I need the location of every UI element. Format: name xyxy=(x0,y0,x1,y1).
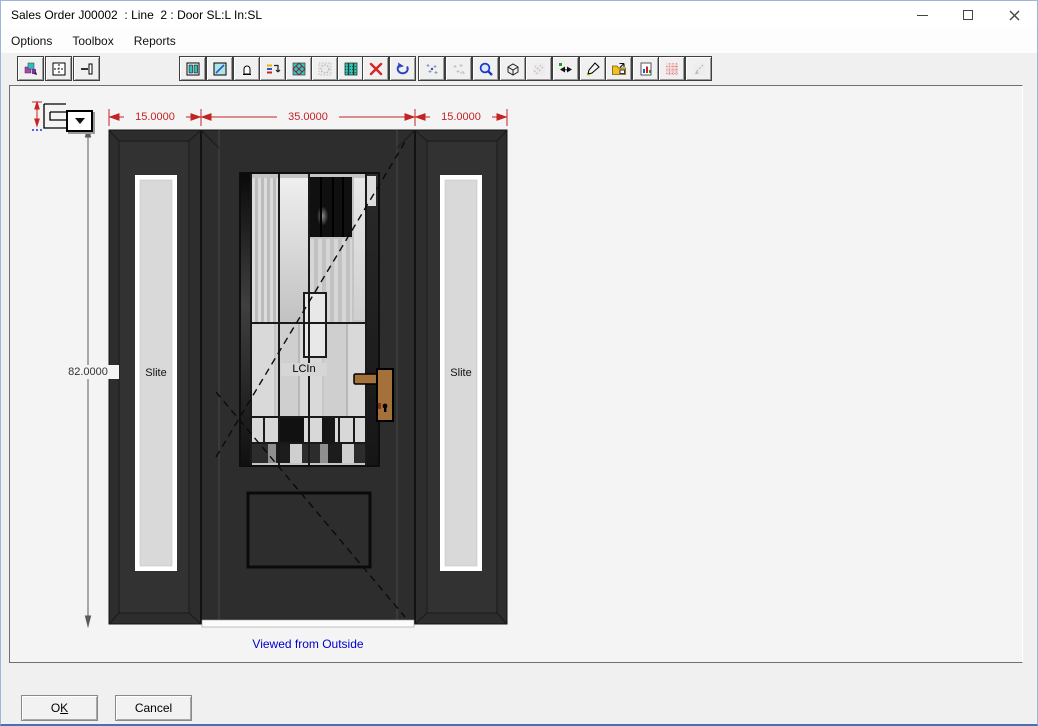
toolbar-button-snap-off[interactable] xyxy=(445,56,472,81)
toolbar xyxy=(1,53,1037,84)
menu-options[interactable]: Options xyxy=(1,31,62,51)
toolbar-button-snap-points[interactable] xyxy=(418,56,445,81)
app-window: Sales Order J00002 : Line 2 : Door SL:L … xyxy=(0,0,1038,726)
delete-icon xyxy=(368,61,384,77)
snap-points-icon xyxy=(424,61,440,77)
door-arch-icon xyxy=(239,61,255,77)
dimension-door-width: 35.0000 xyxy=(277,110,339,124)
close-button[interactable] xyxy=(991,1,1037,29)
toolbar-button-draw-pen[interactable] xyxy=(579,56,606,81)
toolbar-button-measure-off[interactable] xyxy=(685,56,712,81)
dimension-height: 82.0000 xyxy=(57,365,119,379)
minimize-button[interactable] xyxy=(899,1,945,29)
options-list-icon xyxy=(265,61,281,77)
maximize-button[interactable] xyxy=(945,1,991,29)
toolbar-button-section-view[interactable] xyxy=(73,56,100,81)
dimension-style-selector[interactable] xyxy=(66,110,93,132)
menu-toolbox[interactable]: Toolbox xyxy=(62,31,123,51)
toolbar-button-split-diagonal[interactable] xyxy=(206,56,233,81)
snap-off-icon xyxy=(451,61,467,77)
chevron-down-icon xyxy=(75,118,85,124)
dimension-center-icon xyxy=(51,61,67,77)
toolbar-button-panel-layout[interactable] xyxy=(179,56,206,81)
door-glass[interactable]: LCIn xyxy=(239,172,380,467)
texture-off-icon xyxy=(317,61,333,77)
menu-reports[interactable]: Reports xyxy=(124,31,186,51)
toolbar-button-undo[interactable] xyxy=(389,56,416,81)
hatch-off-icon xyxy=(531,61,547,77)
minimize-icon xyxy=(917,15,928,16)
copy-settings-icon xyxy=(23,61,39,77)
window-title: Sales Order J00002 : Line 2 : Door SL:L … xyxy=(1,8,262,22)
section-view-icon xyxy=(79,61,95,77)
right-sidelite-label: Slite xyxy=(431,366,491,380)
move-nodes-icon xyxy=(558,61,574,77)
toolbar-button-grid-off[interactable] xyxy=(658,56,685,81)
draw-pen-icon xyxy=(585,61,601,77)
measure-off-icon xyxy=(691,61,707,77)
grid-off-icon xyxy=(664,61,680,77)
split-diagonal-icon xyxy=(212,61,228,77)
view-3d-icon xyxy=(505,61,521,77)
title-bar: Sales Order J00002 : Line 2 : Door SL:L … xyxy=(1,1,1037,29)
toolbar-button-view-3d[interactable] xyxy=(499,56,526,81)
glass-photo-pane xyxy=(310,177,352,237)
report-image-icon xyxy=(638,61,654,77)
toolbar-button-options-list[interactable] xyxy=(259,56,286,81)
dimension-right-sidelite-width: 15.0000 xyxy=(430,110,492,124)
toolbar-button-copy-settings[interactable] xyxy=(17,56,44,81)
dimension-left-sidelite-width: 15.0000 xyxy=(124,110,186,124)
toolbar-button-report-image[interactable] xyxy=(632,56,659,81)
window-controls xyxy=(899,1,1037,29)
glass-style-label: LCIn xyxy=(281,363,327,376)
maximize-icon xyxy=(963,10,973,20)
toolbar-button-fill-pattern[interactable] xyxy=(285,56,312,81)
toolbar-button-dimension-center[interactable] xyxy=(45,56,72,81)
panel-layout-icon xyxy=(185,61,201,77)
toolbar-button-texture-off[interactable] xyxy=(311,56,338,81)
undo-icon xyxy=(395,61,411,77)
toolbar-button-move-nodes[interactable] xyxy=(552,56,579,81)
fill-grid-icon xyxy=(343,61,359,77)
close-icon xyxy=(1009,10,1020,21)
left-sidelite-label: Slite xyxy=(126,366,186,380)
view-caption: Viewed from Outside xyxy=(109,637,507,651)
toolbar-button-door-arch[interactable] xyxy=(233,56,260,81)
ok-button[interactable]: OK xyxy=(21,695,98,721)
toolbar-button-hatch-off[interactable] xyxy=(525,56,552,81)
toolbar-button-zoom[interactable] xyxy=(472,56,499,81)
toolbar-button-fill-grid[interactable] xyxy=(337,56,364,81)
toolbar-button-export-design[interactable] xyxy=(605,56,632,81)
menu-bar: Options Toolbox Reports xyxy=(1,29,1037,53)
zoom-icon xyxy=(478,61,494,77)
fill-pattern-icon xyxy=(291,61,307,77)
design-canvas[interactable]: LCIn 15.0000 35.0000 15.0000 82.0000 Sli… xyxy=(9,85,1023,663)
export-design-icon xyxy=(611,61,627,77)
toolbar-button-delete[interactable] xyxy=(362,56,389,81)
cancel-button[interactable]: Cancel xyxy=(115,695,192,721)
